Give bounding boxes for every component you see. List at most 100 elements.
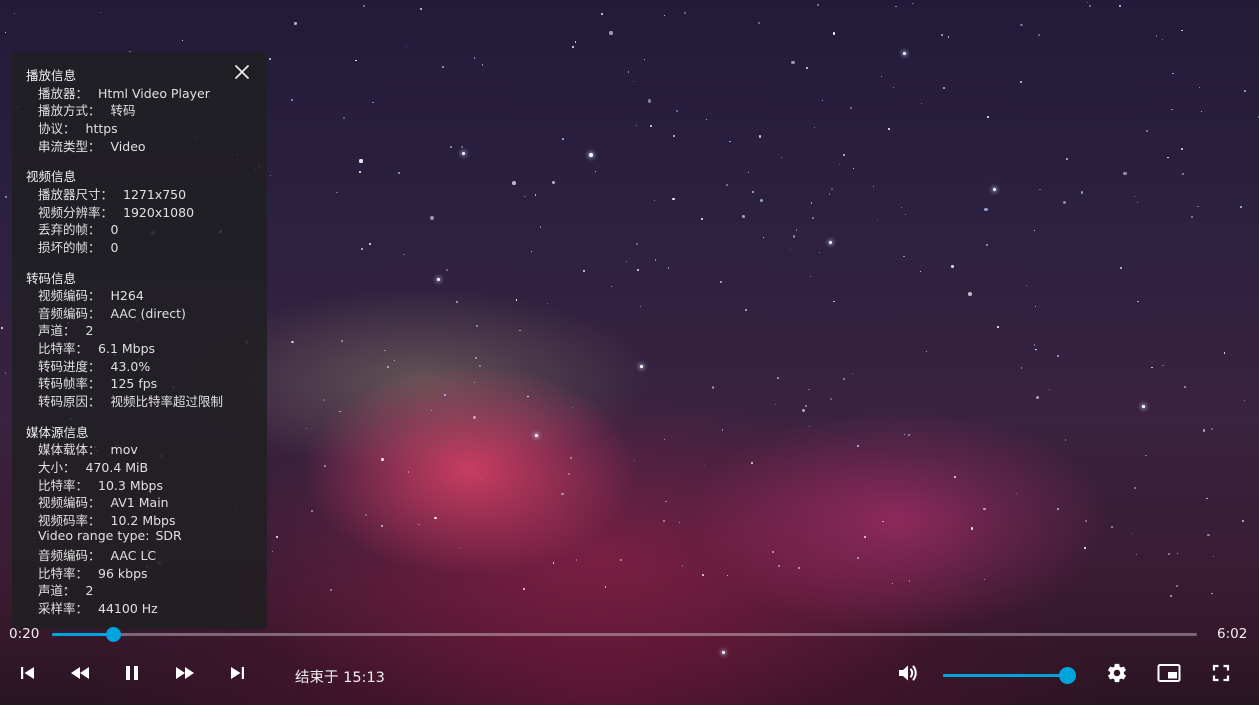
- seek-bar[interactable]: [52, 627, 1197, 642]
- rewind-button[interactable]: [66, 661, 94, 689]
- star: [472, 416, 476, 419]
- star: [625, 260, 628, 262]
- playback-info-panel: 播放信息 播放器： Html Video Player 播放方式： 转码 协议： ht…: [12, 52, 267, 629]
- star: [322, 399, 325, 402]
- star: [462, 152, 465, 155]
- star: [430, 410, 432, 412]
- info-value: 1271x750: [123, 187, 187, 202]
- star: [530, 251, 532, 253]
- star: [1144, 454, 1147, 457]
- info-label: 协议：: [38, 121, 76, 136]
- star: [1110, 525, 1113, 528]
- star: [355, 59, 357, 62]
- star: [1019, 80, 1022, 83]
- star: [852, 372, 854, 374]
- volume-handle[interactable]: [1059, 667, 1076, 684]
- star: [1133, 195, 1136, 198]
- star: [523, 195, 526, 198]
- skip-previous-button[interactable]: [14, 661, 42, 689]
- star: [1200, 110, 1203, 113]
- info-value: AAC (direct): [110, 306, 186, 321]
- pause-button[interactable]: [118, 661, 146, 689]
- star: [481, 64, 483, 66]
- star: [420, 8, 423, 11]
- star: [627, 71, 630, 73]
- info-label: 比特率：: [38, 341, 89, 356]
- star: [821, 99, 823, 102]
- star: [722, 429, 724, 431]
- star: [394, 359, 396, 362]
- star: [647, 99, 652, 104]
- star: [774, 404, 777, 406]
- star: [1085, 520, 1088, 523]
- star: [1207, 534, 1210, 537]
- star: [850, 107, 853, 110]
- star: [515, 299, 518, 301]
- star: [1181, 29, 1184, 32]
- info-label: 音频编码：: [38, 548, 101, 563]
- picture-in-picture-button[interactable]: [1155, 661, 1183, 689]
- star: [1212, 555, 1215, 558]
- info-label: 串流类型：: [38, 139, 101, 154]
- star: [912, 2, 914, 4]
- info-row: 转码帧率： 125 fps: [38, 373, 157, 392]
- settings-button[interactable]: [1103, 661, 1131, 689]
- star: [996, 326, 999, 329]
- mute-button[interactable]: [894, 661, 922, 689]
- star: [789, 248, 792, 250]
- star: [475, 324, 478, 327]
- info-value: 0: [110, 222, 119, 237]
- star: [343, 117, 346, 120]
- star: [4, 372, 6, 374]
- star: [311, 510, 314, 513]
- star: [640, 306, 642, 308]
- close-icon[interactable]: [233, 63, 251, 81]
- star: [993, 188, 996, 191]
- star: [1064, 439, 1067, 441]
- star: [791, 61, 795, 65]
- star: [633, 459, 636, 462]
- fullscreen-button[interactable]: [1207, 661, 1235, 689]
- star: [908, 434, 911, 437]
- skip-next-button[interactable]: [223, 661, 251, 689]
- star: [609, 31, 613, 35]
- fast-forward-button[interactable]: [171, 661, 199, 689]
- star: [519, 329, 521, 332]
- star: [361, 248, 363, 250]
- star: [398, 172, 401, 175]
- star: [459, 546, 462, 548]
- section-title-video: 视频信息: [26, 169, 77, 184]
- info-value: 96 kbps: [98, 566, 148, 581]
- star: [407, 471, 410, 474]
- star: [291, 340, 294, 344]
- volume-slider[interactable]: [943, 667, 1076, 684]
- star: [572, 406, 574, 408]
- star: [381, 458, 384, 461]
- star: [792, 235, 796, 239]
- star: [576, 559, 578, 561]
- star: [293, 21, 297, 25]
- star: [842, 153, 845, 156]
- star: [1197, 205, 1199, 208]
- star: [829, 397, 832, 400]
- star: [336, 191, 338, 193]
- star: [359, 159, 363, 163]
- star: [729, 140, 731, 143]
- star: [720, 281, 722, 283]
- star: [1244, 399, 1246, 402]
- star: [675, 109, 678, 112]
- info-row: 协议： https: [38, 118, 118, 137]
- star: [526, 395, 529, 398]
- star: [650, 125, 653, 127]
- star: [795, 229, 798, 231]
- star: [182, 39, 184, 41]
- star: [780, 156, 782, 158]
- star: [816, 3, 819, 7]
- star: [673, 135, 676, 138]
- star: [561, 492, 564, 495]
- info-value: mov: [110, 442, 138, 457]
- seek-handle[interactable]: [105, 627, 121, 642]
- star: [358, 170, 361, 173]
- current-time: 0:20: [9, 626, 40, 642]
- gear-icon: [1106, 662, 1128, 688]
